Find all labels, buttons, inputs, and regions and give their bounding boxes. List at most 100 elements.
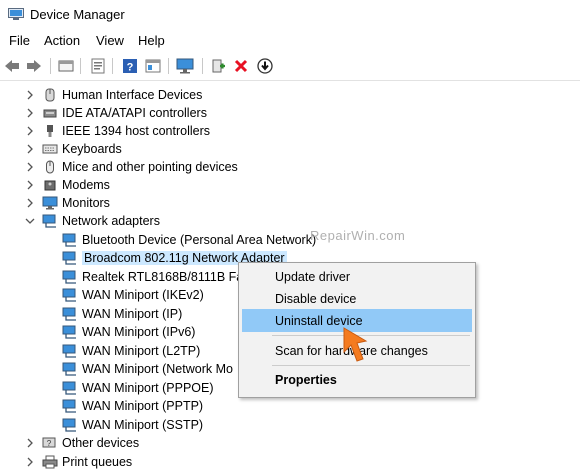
device-realtek[interactable]: Realtek RTL8168B/8111B Fam xyxy=(62,268,254,286)
device-label: WAN Miniport (SSTP) xyxy=(82,418,204,432)
back-icon[interactable] xyxy=(3,57,21,75)
chevron-right-icon[interactable] xyxy=(24,437,36,449)
category-hid[interactable]: Human Interface Devices xyxy=(24,86,202,104)
network-adapter-icon xyxy=(62,381,78,395)
menu-help[interactable]: Help xyxy=(138,33,165,48)
modem-icon xyxy=(42,178,58,192)
ctx-item-label: Properties xyxy=(275,372,337,387)
category-label: Keyboards xyxy=(62,142,122,156)
network-adapter-icon xyxy=(62,288,78,302)
category-label: Modems xyxy=(62,178,110,192)
menu-file[interactable]: File xyxy=(9,33,30,48)
add-driver-icon[interactable] xyxy=(209,57,227,75)
toolbar-separator xyxy=(202,58,203,74)
chevron-right-icon[interactable] xyxy=(24,456,36,468)
keyboard-icon xyxy=(42,142,58,156)
chevron-right-icon[interactable] xyxy=(24,125,36,137)
toolbar: ? xyxy=(0,52,580,81)
help-icon[interactable]: ? xyxy=(121,57,139,75)
properties-icon[interactable] xyxy=(89,57,107,75)
hid-icon xyxy=(42,88,58,102)
category-label: Network adapters xyxy=(62,214,160,228)
device-wan-l2tp[interactable]: WAN Miniport (L2TP) xyxy=(62,342,200,360)
network-adapter-icon xyxy=(62,399,78,413)
device-label: Bluetooth Device (Personal Area Network) xyxy=(82,233,317,247)
computer-icon[interactable] xyxy=(57,57,75,75)
chevron-right-icon[interactable] xyxy=(24,161,36,173)
category-modems[interactable]: Modems xyxy=(24,176,110,194)
device-label: WAN Miniport (L2TP) xyxy=(82,344,201,358)
category-label: IDE ATA/ATAPI controllers xyxy=(62,106,207,120)
chevron-right-icon[interactable] xyxy=(24,197,36,209)
chevron-right-icon[interactable] xyxy=(24,107,36,119)
category-print-queues[interactable]: Print queues xyxy=(24,453,132,471)
ctx-update-driver[interactable]: Update driver xyxy=(242,265,472,288)
download-icon[interactable] xyxy=(256,57,274,75)
view-icon[interactable] xyxy=(144,57,162,75)
network-adapter-icon xyxy=(62,233,78,247)
monitor-icon xyxy=(42,196,58,210)
ctx-disable-device[interactable]: Disable device xyxy=(242,287,472,310)
menu-view[interactable]: View xyxy=(96,33,124,48)
chevron-right-icon[interactable] xyxy=(24,89,36,101)
device-wan-network-monitor[interactable]: WAN Miniport (Network Mo xyxy=(62,360,233,378)
toolbar-separator xyxy=(168,58,169,74)
network-adapter-icon xyxy=(62,362,78,376)
toolbar-separator xyxy=(50,58,51,74)
device-wan-ip[interactable]: WAN Miniport (IP) xyxy=(62,305,182,323)
category-monitors[interactable]: Monitors xyxy=(24,194,110,212)
watermark: RepairWin.com xyxy=(310,228,406,243)
network-adapter-icon xyxy=(62,307,78,321)
menu-bar: File Action View Help xyxy=(0,30,580,52)
device-wan-sstp[interactable]: WAN Miniport (SSTP) xyxy=(62,416,203,434)
device-manager-icon xyxy=(8,8,24,20)
menu-action[interactable]: Action xyxy=(44,33,80,48)
device-label: WAN Miniport (PPPOE) xyxy=(82,381,214,395)
pointer-arrow-icon xyxy=(343,327,368,362)
category-label: Human Interface Devices xyxy=(62,88,203,102)
forward-icon[interactable] xyxy=(25,57,43,75)
mouse-icon xyxy=(42,160,58,174)
monitor-scan-icon[interactable] xyxy=(176,57,194,75)
category-mice[interactable]: Mice and other pointing devices xyxy=(24,158,238,176)
category-keyboards[interactable]: Keyboards xyxy=(24,140,122,158)
category-label: Monitors xyxy=(62,196,110,210)
network-adapter-icon xyxy=(62,270,78,284)
device-label: WAN Miniport (Network Mo xyxy=(82,362,233,376)
category-label: Print queues xyxy=(62,455,133,469)
device-wan-pptp[interactable]: WAN Miniport (PPTP) xyxy=(62,397,203,415)
device-label: WAN Miniport (IKEv2) xyxy=(82,288,204,302)
chevron-down-icon[interactable] xyxy=(24,215,36,227)
category-label: IEEE 1394 host controllers xyxy=(62,124,210,138)
other-devices-icon: ? xyxy=(42,436,58,450)
ctx-item-label: Disable device xyxy=(275,291,357,306)
chevron-right-icon[interactable] xyxy=(24,143,36,155)
uninstall-x-icon[interactable] xyxy=(232,57,250,75)
category-network-adapters[interactable]: Network adapters xyxy=(24,212,160,230)
device-wan-ikev2[interactable]: WAN Miniport (IKEv2) xyxy=(62,286,204,304)
device-bluetooth-pan[interactable]: Bluetooth Device (Personal Area Network) xyxy=(62,231,316,249)
network-adapter-icon xyxy=(42,214,58,228)
category-other-devices[interactable]: ? Other devices xyxy=(24,434,139,452)
device-wan-pppoe[interactable]: WAN Miniport (PPPOE) xyxy=(62,379,214,397)
network-adapter-icon xyxy=(62,251,78,265)
title-bar: Device Manager xyxy=(0,0,580,30)
ctx-separator xyxy=(272,365,470,366)
ctx-properties[interactable]: Properties xyxy=(242,368,472,391)
ide-controller-icon xyxy=(42,106,58,120)
svg-text:?: ? xyxy=(127,62,134,74)
device-label: WAN Miniport (PPTP) xyxy=(82,399,204,413)
ctx-item-label: Update driver xyxy=(275,269,351,284)
category-ide[interactable]: IDE ATA/ATAPI controllers xyxy=(24,104,207,122)
category-label: Other devices xyxy=(62,436,140,450)
ctx-item-label: Scan for hardware changes xyxy=(275,343,428,358)
category-ieee1394[interactable]: IEEE 1394 host controllers xyxy=(24,122,210,140)
printer-icon xyxy=(42,455,58,469)
network-adapter-icon xyxy=(62,325,78,339)
device-label: WAN Miniport (IPv6) xyxy=(82,325,196,339)
chevron-right-icon[interactable] xyxy=(24,179,36,191)
toolbar-separator xyxy=(112,58,113,74)
toolbar-separator xyxy=(80,58,81,74)
category-label: Mice and other pointing devices xyxy=(62,160,238,174)
device-wan-ipv6[interactable]: WAN Miniport (IPv6) xyxy=(62,323,195,341)
